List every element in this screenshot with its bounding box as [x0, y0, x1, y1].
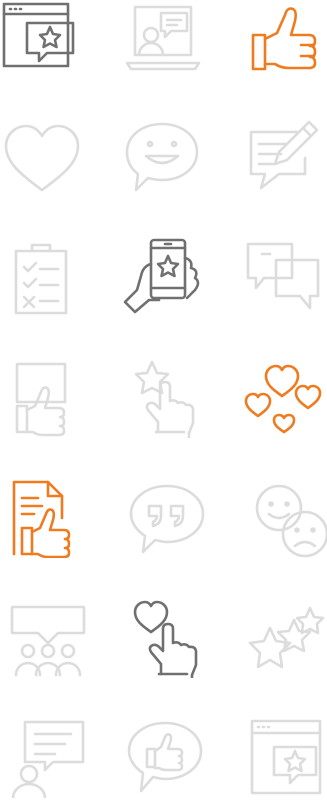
floating-hearts-icon[interactable] — [237, 353, 327, 443]
hand-phone-star-icon[interactable] — [116, 231, 206, 321]
document-thumbs-up-icon[interactable] — [0, 473, 89, 563]
quote-speech-bubble-icon[interactable] — [122, 475, 212, 565]
thumbs-up-icon[interactable] — [240, 0, 327, 84]
stars-rating-icon[interactable] — [241, 593, 327, 683]
thumbs-up-speech-bubble-icon[interactable] — [118, 714, 208, 804]
hand-tap-heart-icon[interactable] — [118, 593, 208, 683]
checklist-clipboard-icon[interactable] — [0, 232, 87, 322]
phone-thumbs-up-icon[interactable] — [0, 353, 88, 443]
laptop-user-chat-icon[interactable] — [118, 0, 208, 84]
hand-tap-star-icon[interactable] — [117, 353, 207, 443]
edit-speech-bubble-icon[interactable] — [238, 113, 327, 203]
happy-sad-faces-icon[interactable] — [246, 475, 327, 565]
window-star-chat-icon[interactable] — [0, 0, 84, 84]
window-star-icon[interactable] — [241, 712, 327, 802]
user-speech-bubble-icon[interactable] — [4, 713, 94, 803]
icon-grid — [0, 0, 327, 794]
heart-icon[interactable] — [0, 113, 87, 203]
group-speech-bubble-icon[interactable] — [3, 594, 93, 684]
smile-speech-bubble-icon[interactable] — [117, 113, 207, 203]
conversation-bubbles-icon[interactable] — [237, 231, 327, 321]
